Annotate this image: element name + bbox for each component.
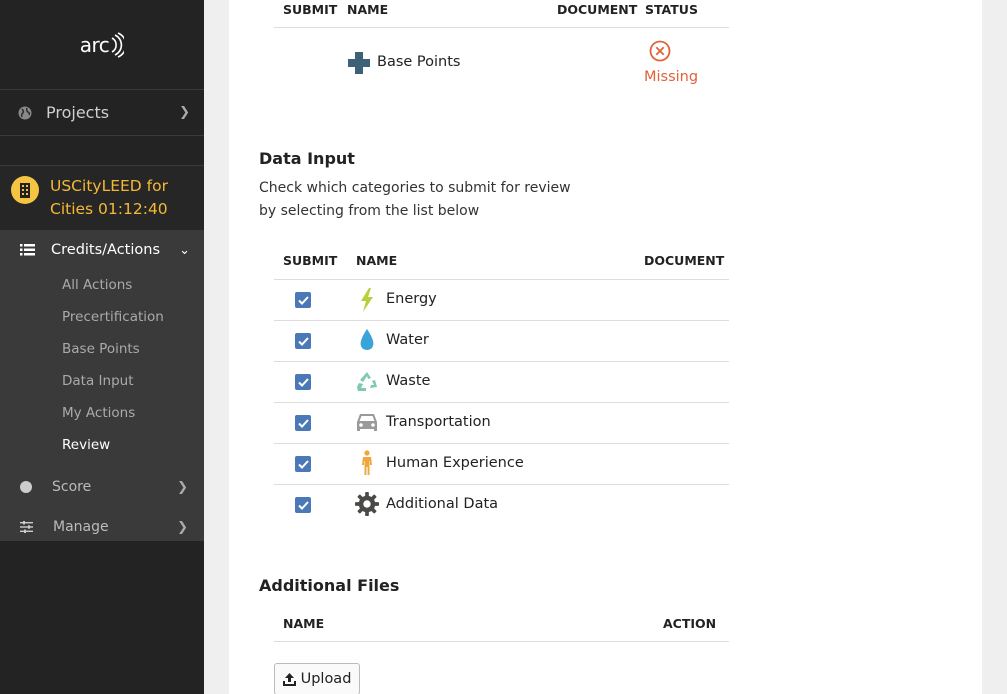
waste-icon [355, 370, 379, 394]
data-input-title: Data Input [259, 149, 355, 168]
col-header-status: STATUS [645, 2, 698, 17]
human-experience-icon [355, 450, 379, 475]
chevron-right-icon: ❯ [179, 105, 190, 120]
checkbox-waste[interactable] [295, 374, 311, 390]
credits-group: Credits/Actions ⌄ All Actions Precertifi… [0, 231, 204, 467]
checkbox-energy[interactable] [295, 292, 311, 308]
chevron-right-icon: ❯ [177, 519, 188, 535]
nav-credits-label: Credits/Actions [51, 242, 161, 258]
project-name-line1: USCityLEED for [50, 177, 168, 195]
col-header-document: DOCUMENT [557, 2, 638, 17]
nav-credits-actions[interactable]: Credits/Actions ⌄ [0, 231, 204, 269]
checkbox-transportation[interactable] [295, 415, 311, 431]
project-name-line2: Cities 01:12:40 [50, 200, 168, 218]
sidebar-item-data-input[interactable]: Data Input [0, 365, 204, 397]
sidebar-item-all-actions[interactable]: All Actions [0, 269, 204, 301]
globe-icon [18, 106, 32, 119]
col-header-name: NAME [356, 253, 398, 268]
sidebar-item-base-points[interactable]: Base Points [0, 333, 204, 365]
category-name-human-experience: Human Experience [386, 455, 524, 471]
energy-icon [355, 288, 379, 312]
checkbox-human-experience[interactable] [295, 456, 311, 472]
data-input-table: SUBMIT NAME DOCUMENT Energy Water Waste [274, 250, 729, 525]
upload-button-label: Upload [300, 671, 352, 687]
category-name-transportation: Transportation [386, 414, 491, 430]
data-input-description: Check which categories to submit for rev… [259, 180, 571, 219]
score-circle-icon [20, 481, 32, 493]
status-badge: Missing [644, 69, 699, 85]
current-project[interactable]: USCityLEED for Cities 01:12:40 [0, 166, 204, 231]
upload-icon [282, 672, 296, 686]
category-name-water: Water [386, 332, 429, 348]
nav-projects[interactable]: Projects ❯ [0, 90, 204, 136]
category-name-additional-data: Additional Data [386, 496, 499, 512]
sidebar-item-review[interactable]: Review [0, 429, 204, 461]
nav-score[interactable]: Score ❯ [0, 467, 204, 507]
checkbox-additional-data[interactable] [295, 497, 311, 513]
col-header-submit: SUBMIT [283, 253, 338, 268]
sidebar-item-precertification[interactable]: Precertification [0, 301, 204, 333]
chevron-right-icon: ❯ [177, 479, 188, 495]
additional-files-table: NAME ACTION [274, 612, 729, 642]
checkbox-water[interactable] [295, 333, 311, 349]
missing-x-circle-icon [649, 40, 671, 62]
additional-files-title: Additional Files [259, 576, 400, 595]
review-card: SUBMIT NAME DOCUMENT STATUS Base Points … [229, 0, 982, 694]
category-name-energy: Energy [386, 291, 437, 307]
col-header-name: NAME [283, 616, 325, 631]
col-header-name: NAME [347, 2, 389, 17]
arc-signal-icon [111, 31, 125, 58]
building-icon [11, 176, 39, 204]
nav-projects-label: Projects [46, 103, 110, 122]
upload-button[interactable]: Upload [274, 663, 360, 694]
gear-icon [355, 492, 379, 516]
sidebar-item-my-actions[interactable]: My Actions [0, 397, 204, 429]
base-points-table: SUBMIT NAME DOCUMENT STATUS Base Points … [274, 0, 729, 110]
base-points-name: Base Points [377, 54, 461, 70]
nav-manage-label: Manage [53, 519, 109, 535]
transportation-icon [355, 411, 379, 435]
col-header-action: ACTION [663, 616, 717, 631]
nav-score-label: Score [52, 479, 92, 495]
water-icon [355, 329, 379, 353]
col-header-document: DOCUMENT [644, 253, 725, 268]
chevron-down-icon: ⌄ [179, 242, 190, 258]
base-points-plus-icon [348, 52, 370, 74]
logo-text: arc [79, 32, 110, 57]
col-header-submit: SUBMIT [283, 2, 338, 17]
sliders-icon [20, 521, 33, 533]
list-icon [20, 244, 35, 256]
sidebar: arc Projects ❯ USCityLEED for Cities 01:… [0, 0, 204, 694]
logo[interactable]: arc [0, 0, 204, 90]
category-name-waste: Waste [386, 373, 431, 389]
